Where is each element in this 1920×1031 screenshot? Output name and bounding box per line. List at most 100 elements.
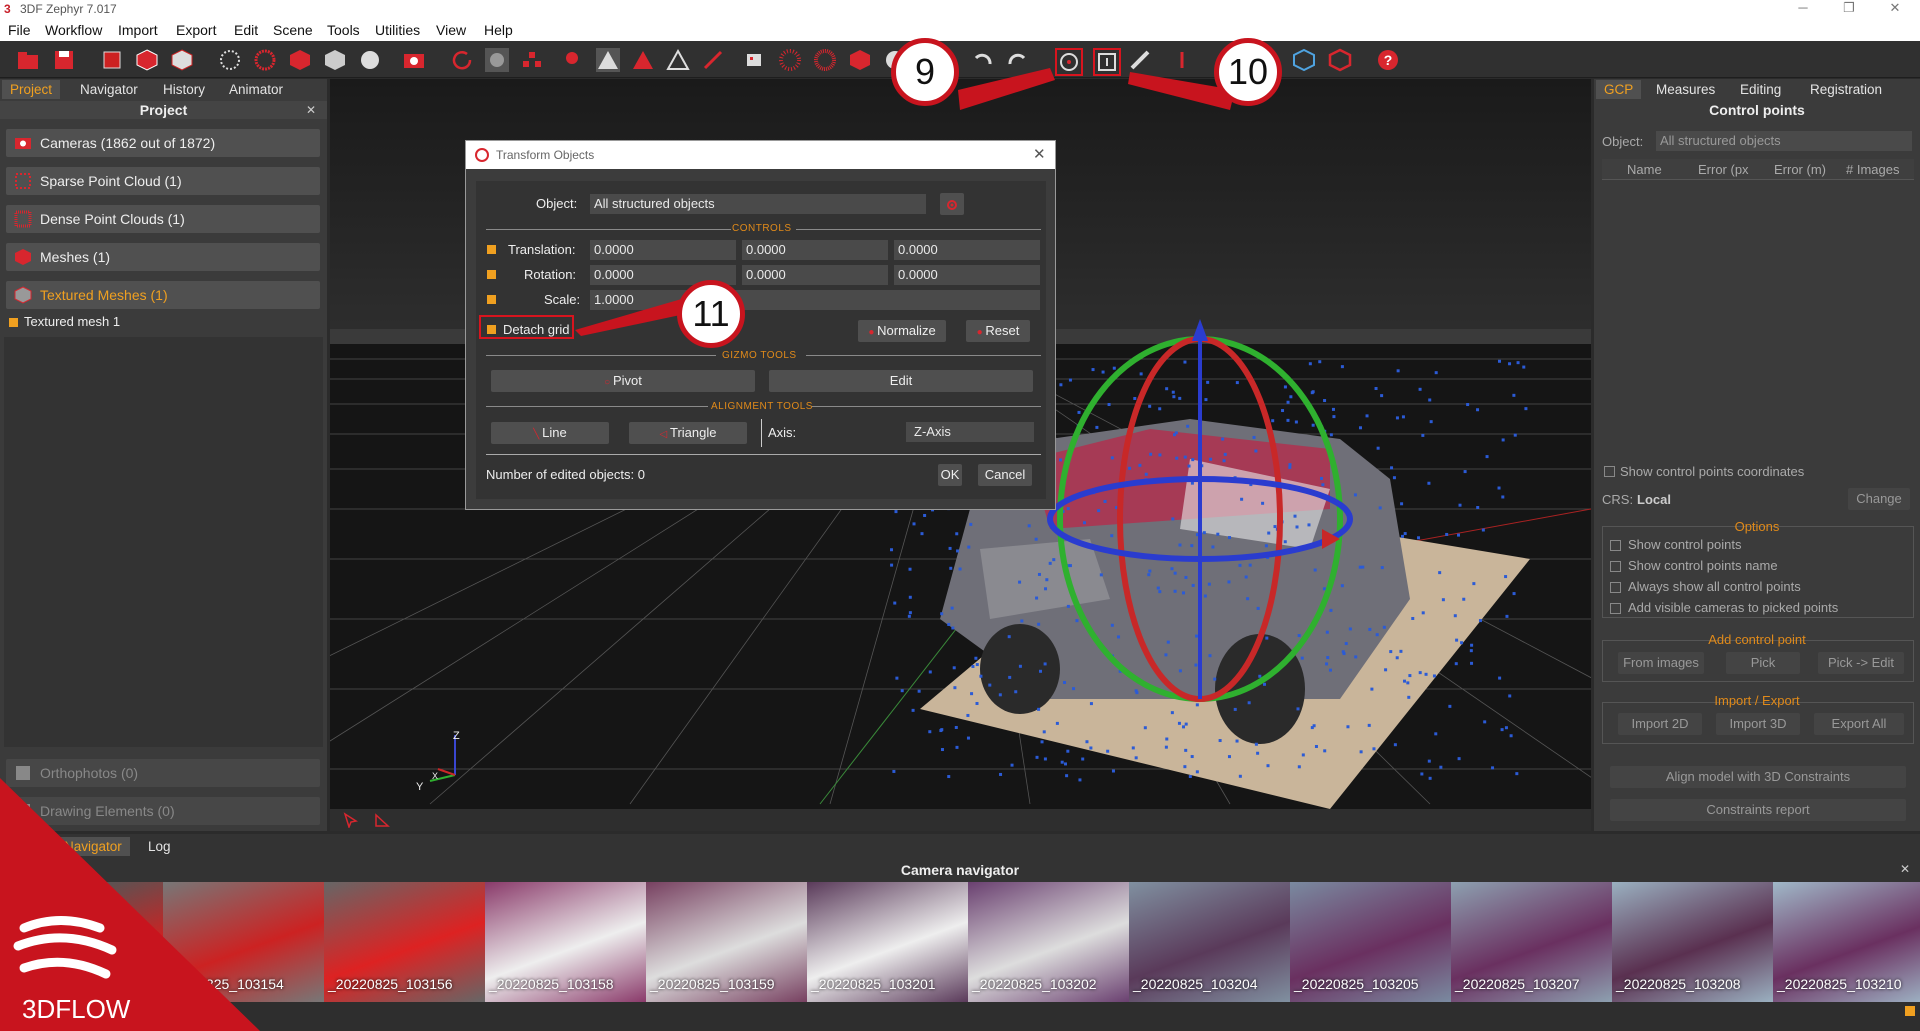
ruler-small-icon[interactable] bbox=[374, 812, 390, 828]
normalize-button[interactable]: ● Normalize bbox=[858, 320, 946, 342]
rotation-y-input[interactable]: 0.0000 bbox=[742, 265, 888, 285]
scale-input[interactable]: 1.0000 bbox=[590, 290, 1040, 310]
col-error-m[interactable]: Error (m) bbox=[1774, 162, 1826, 177]
blue-cube-icon[interactable] bbox=[1292, 48, 1316, 72]
menu-tools[interactable]: Tools bbox=[327, 22, 360, 38]
line-button[interactable]: ╲ Line bbox=[491, 422, 609, 444]
triangles-icon[interactable] bbox=[596, 48, 620, 72]
add-visible-cameras-checkbox[interactable] bbox=[1610, 603, 1621, 614]
rotation-lock[interactable] bbox=[487, 270, 496, 279]
export-all-button[interactable]: Export All bbox=[1814, 713, 1904, 735]
help-icon[interactable]: ? bbox=[1376, 48, 1400, 72]
object-pick-button[interactable] bbox=[940, 193, 964, 215]
camera-thumbnail[interactable]: _20220825_103158 bbox=[485, 882, 647, 1002]
menu-scene[interactable]: Scene bbox=[273, 22, 313, 38]
orbit-icon[interactable] bbox=[485, 48, 509, 72]
tab-history[interactable]: History bbox=[155, 80, 213, 99]
bounding-box-icon[interactable] bbox=[1093, 48, 1121, 76]
scroll-indicator[interactable] bbox=[1905, 1006, 1915, 1016]
show-cp-checkbox[interactable] bbox=[1610, 540, 1621, 551]
col-name[interactable]: Name bbox=[1627, 162, 1662, 177]
cancel-button[interactable]: Cancel bbox=[978, 464, 1032, 486]
triangle-button[interactable]: ◁ Triangle bbox=[629, 422, 747, 444]
camera-thumbnail[interactable]: _20220825_103210 bbox=[1773, 882, 1920, 1002]
meshes-item[interactable]: Meshes (1) bbox=[6, 243, 320, 271]
translation-x-input[interactable]: 0.0000 bbox=[590, 240, 736, 260]
camera-thumbnail[interactable]: _20220825_103204 bbox=[1129, 882, 1291, 1002]
object-select[interactable]: All structured objects bbox=[590, 194, 926, 214]
textured-mesh-row[interactable]: Textured mesh 1 bbox=[6, 313, 320, 331]
camera-thumbnail[interactable]: _20220825_103205 bbox=[1290, 882, 1452, 1002]
pin-icon[interactable] bbox=[1170, 48, 1194, 72]
edit-button[interactable]: Edit bbox=[769, 370, 1033, 392]
textured-meshes-item[interactable]: Textured Meshes (1) bbox=[6, 281, 320, 309]
robot-icon[interactable] bbox=[742, 48, 766, 72]
cube-red-icon[interactable] bbox=[135, 48, 159, 72]
menu-export[interactable]: Export bbox=[176, 22, 216, 38]
brush-icon[interactable] bbox=[701, 48, 725, 72]
align-model-button[interactable]: Align model with 3D Constraints bbox=[1610, 766, 1906, 788]
points-table-body[interactable] bbox=[1602, 180, 1914, 540]
redo-icon[interactable] bbox=[1006, 48, 1030, 72]
tab-editing[interactable]: Editing bbox=[1732, 80, 1789, 99]
textured-mesh-icon[interactable] bbox=[323, 48, 347, 72]
pick-button[interactable]: Pick bbox=[1726, 652, 1800, 674]
menu-import[interactable]: Import bbox=[118, 22, 158, 38]
pivot-button[interactable]: ○ Pivot bbox=[491, 370, 755, 392]
import-2d-button[interactable]: Import 2D bbox=[1618, 713, 1702, 735]
camera-thumbnail[interactable]: _20220825_103201 bbox=[807, 882, 969, 1002]
scale-lock[interactable] bbox=[487, 295, 496, 304]
panel-close-icon[interactable]: ✕ bbox=[306, 103, 316, 117]
camera-thumbnail[interactable]: _20220825_103159 bbox=[646, 882, 808, 1002]
menu-edit[interactable]: Edit bbox=[234, 22, 258, 38]
menu-view[interactable]: View bbox=[436, 22, 466, 38]
always-show-cp-checkbox[interactable] bbox=[1610, 582, 1621, 593]
visibility-toggle[interactable] bbox=[9, 318, 18, 327]
translation-z-input[interactable]: 0.0000 bbox=[894, 240, 1040, 260]
close-icon[interactable]: ✕ bbox=[1872, 0, 1918, 19]
tab-measures[interactable]: Measures bbox=[1648, 80, 1723, 99]
show-coords-checkbox[interactable] bbox=[1604, 466, 1615, 477]
transform-gizmo-icon[interactable] bbox=[1055, 48, 1083, 76]
tab-navigator[interactable]: Navigator bbox=[72, 80, 146, 99]
camera-thumbnail[interactable]: _20220825_103207 bbox=[1451, 882, 1613, 1002]
ok-button[interactable]: OK bbox=[938, 464, 962, 486]
navigator-close-icon[interactable]: ✕ bbox=[1900, 862, 1910, 876]
dots-sphere2-icon[interactable] bbox=[813, 48, 837, 72]
sparse-cloud-icon[interactable] bbox=[218, 48, 242, 72]
axis-select[interactable]: Z-Axis bbox=[906, 422, 1034, 442]
tab-registration[interactable]: Registration bbox=[1802, 80, 1890, 99]
dense-point-clouds-item[interactable]: Dense Point Clouds (1) bbox=[6, 205, 320, 233]
menu-file[interactable]: File bbox=[8, 22, 31, 38]
cube-solid-icon[interactable] bbox=[848, 48, 872, 72]
ruler-icon[interactable] bbox=[1128, 48, 1152, 72]
cameras-item[interactable]: Cameras (1862 out of 1872) bbox=[6, 129, 320, 157]
new-project-icon[interactable] bbox=[16, 48, 40, 72]
col-error-px[interactable]: Error (px bbox=[1698, 162, 1749, 177]
menu-utilities[interactable]: Utilities bbox=[375, 22, 420, 38]
tab-project[interactable]: Project bbox=[2, 80, 61, 99]
translation-y-input[interactable]: 0.0000 bbox=[742, 240, 888, 260]
navigator-scrollbar[interactable] bbox=[0, 1002, 1920, 1031]
menu-help[interactable]: Help bbox=[484, 22, 513, 38]
sparse-point-cloud-item[interactable]: Sparse Point Cloud (1) bbox=[6, 167, 320, 195]
object-select[interactable]: All structured objects bbox=[1656, 131, 1912, 151]
light-icon[interactable] bbox=[560, 48, 584, 72]
detach-grid-checkbox[interactable] bbox=[487, 325, 496, 334]
maximize-icon[interactable]: ❐ bbox=[1826, 0, 1872, 19]
reset-button[interactable]: ● Reset bbox=[966, 320, 1030, 342]
dots-sphere-icon[interactable] bbox=[778, 48, 802, 72]
tab-animator[interactable]: Animator bbox=[221, 80, 291, 99]
col-images[interactable]: # Images bbox=[1846, 162, 1899, 177]
triangle-outline-icon[interactable] bbox=[666, 48, 690, 72]
point-sphere-icon[interactable] bbox=[358, 48, 382, 72]
pick-edit-button[interactable]: Pick -> Edit bbox=[1818, 652, 1904, 674]
mesh-icon[interactable] bbox=[288, 48, 312, 72]
blocks-icon[interactable] bbox=[520, 48, 544, 72]
tab-gcp[interactable]: GCP bbox=[1596, 80, 1642, 99]
refresh-icon[interactable] bbox=[450, 48, 474, 72]
save-icon[interactable] bbox=[52, 48, 76, 72]
cube-grey-icon[interactable] bbox=[170, 48, 194, 72]
translation-lock[interactable] bbox=[487, 245, 496, 254]
project-icon[interactable] bbox=[100, 48, 124, 72]
